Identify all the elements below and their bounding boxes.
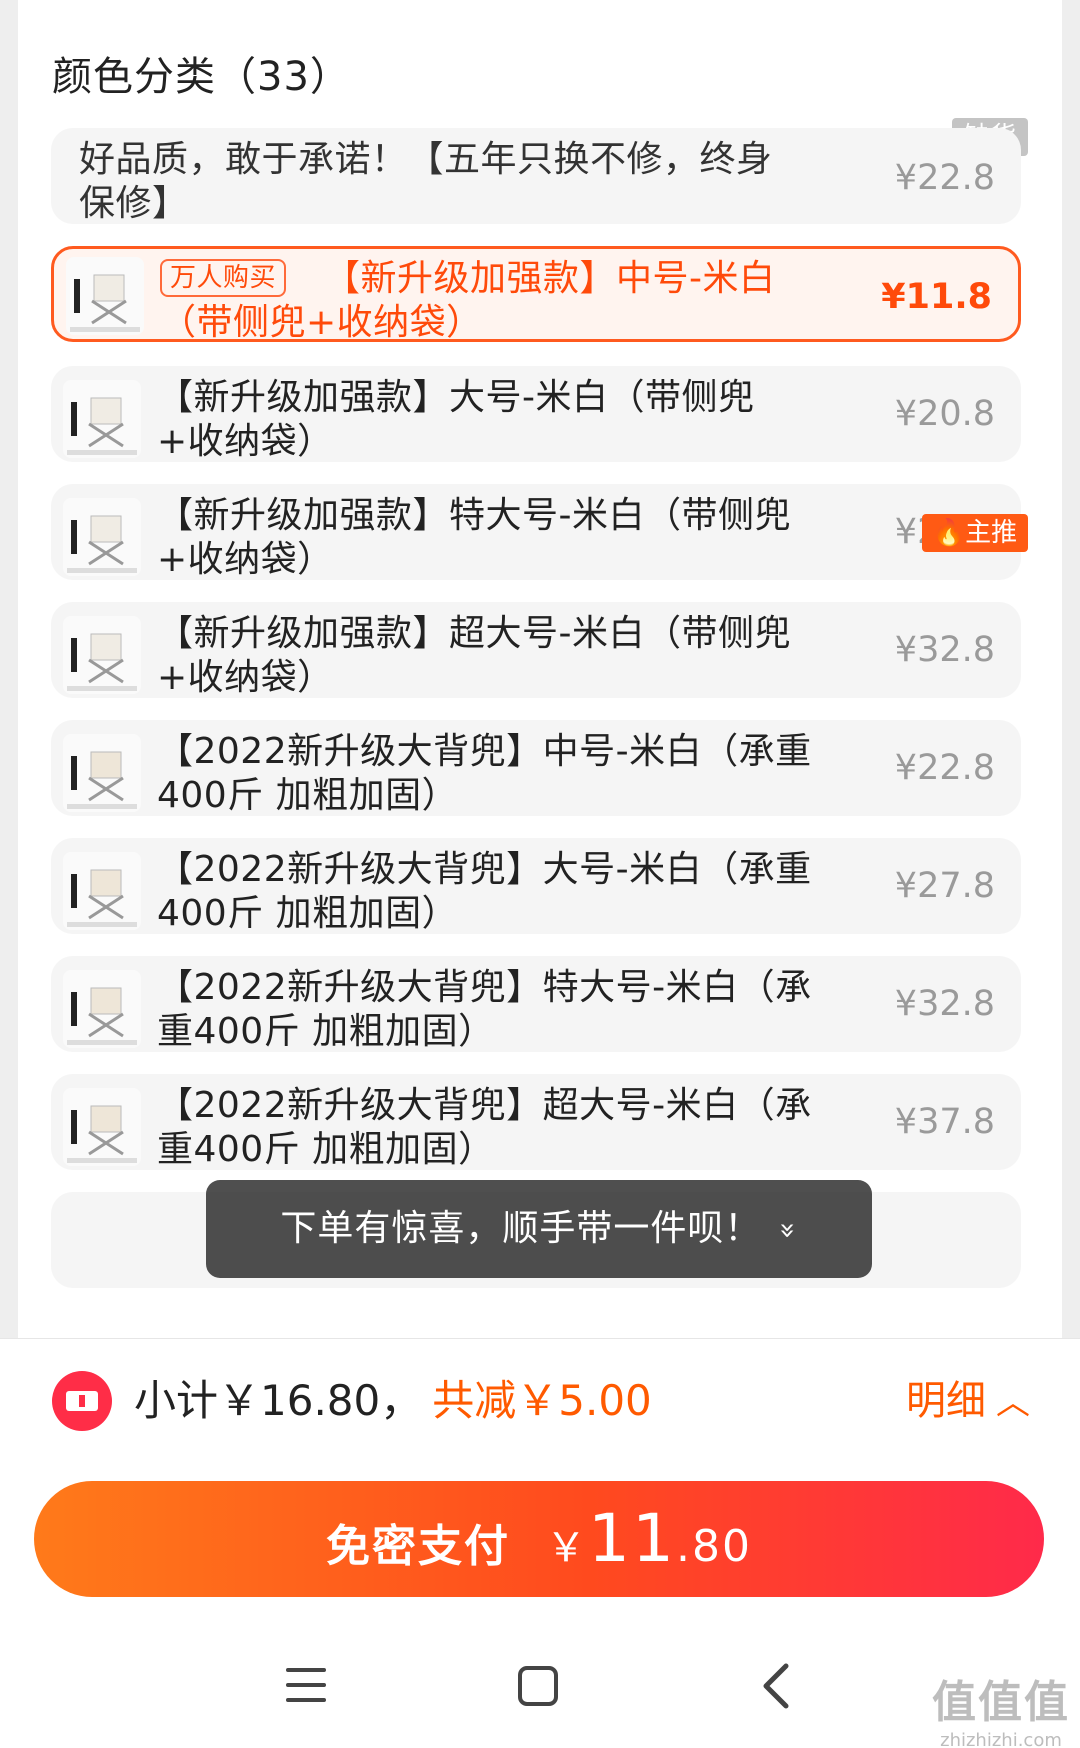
option-label: 好品质，敢于承诺！【五年只换不修，终身保修】	[79, 139, 773, 224]
folding-chair-icon	[67, 1105, 137, 1163]
option-price: ¥27.8	[894, 866, 995, 906]
pay-label: 免密支付	[326, 1521, 511, 1572]
option-price: ¥32.8	[894, 630, 995, 670]
system-nav-bar: 值值值 zhizhizhi.com	[0, 1618, 1080, 1748]
folding-chair-icon	[67, 751, 137, 809]
option-price: ¥22.8	[894, 158, 995, 198]
folding-chair-icon	[67, 515, 137, 573]
recommended-tag: 🔥主推	[922, 514, 1028, 552]
option-price: ¥37.8	[894, 1102, 995, 1142]
option-price: ¥20.8	[894, 394, 995, 434]
option-price: ¥11.8	[881, 277, 992, 317]
double-chevron-down-icon: »	[772, 1221, 806, 1241]
back-icon[interactable]	[756, 1662, 796, 1710]
checkout-footer: 小计￥16.80， 共减￥5.00 明细 ︿ 免密支付 ￥11.80	[0, 1338, 1080, 1618]
folding-chair-icon	[67, 397, 137, 455]
option-price: ¥22.8	[894, 748, 995, 788]
option-item[interactable]: 【2022新升级大背兜】中号-米白（承重400斤 加粗加固） ¥22.8	[51, 720, 1021, 816]
chevron-up-icon: ︿	[996, 1383, 1030, 1423]
promo-toast[interactable]: 下单有惊喜，顺手带一件呗！ »	[206, 1180, 872, 1278]
option-label: 【2022新升级大背兜】特大号-米白（承重400斤 加粗加固）	[157, 967, 812, 1052]
fire-icon: 🔥	[932, 518, 966, 548]
pay-currency: ￥	[546, 1525, 589, 1571]
product-thumbnail	[63, 970, 141, 1048]
coupon-icon	[52, 1371, 112, 1431]
detail-toggle[interactable]: 明细 ︿	[906, 1369, 1030, 1435]
recent-apps-icon[interactable]	[286, 1668, 326, 1702]
option-item[interactable]: 【新升级加强款】大号-米白（带侧兜+收纳袋） ¥20.8	[51, 366, 1021, 462]
option-label: 【2022新升级大背兜】大号-米白（承重400斤 加粗加固）	[157, 849, 812, 934]
option-item[interactable]: 好品质，敢于承诺！【五年只换不修，终身保修】 ¥22.8	[51, 128, 1021, 224]
home-icon[interactable]	[518, 1666, 558, 1706]
option-item[interactable]: 【新升级加强款】特大号-米白（带侧兜+收纳袋） ¥27.8	[51, 484, 1021, 580]
option-label: 【2022新升级大背兜】中号-米白（承重400斤 加粗加固）	[157, 731, 812, 816]
watermark-logo: 值值值	[932, 1677, 1070, 1728]
discount-amount: 共减￥5.00	[432, 1376, 652, 1425]
option-label: 万人购买 【新升级加强款】中号-米白（带侧兜+收纳袋）	[160, 258, 776, 343]
pay-button[interactable]: 免密支付 ￥11.80	[34, 1481, 1044, 1597]
option-label: 【新升级加强款】特大号-米白（带侧兜+收纳袋）	[157, 495, 791, 580]
option-price: ¥32.8	[894, 984, 995, 1024]
product-thumbnail	[66, 257, 144, 335]
option-item[interactable]: 【2022新升级大背兜】大号-米白（承重400斤 加粗加固） ¥27.8	[51, 838, 1021, 934]
product-thumbnail	[63, 734, 141, 812]
sku-selector-sheet: 颜色分类（33） 缺货 好品质，敢于承诺！【五年只换不修，终身保修】 ¥22.8…	[18, 0, 1062, 1338]
product-thumbnail	[63, 616, 141, 694]
folding-chair-icon	[67, 869, 137, 927]
option-item[interactable]: 【新升级加强款】超大号-米白（带侧兜+收纳袋） ¥32.8	[51, 602, 1021, 698]
product-thumbnail	[63, 1088, 141, 1166]
option-item-selected[interactable]: 万人购买 【新升级加强款】中号-米白（带侧兜+收纳袋） ¥11.8	[51, 246, 1021, 343]
option-label: 【新升级加强款】超大号-米白（带侧兜+收纳袋）	[157, 613, 791, 698]
folding-chair-icon	[67, 987, 137, 1045]
product-thumbnail	[63, 498, 141, 576]
folding-chair-icon	[70, 274, 140, 332]
detail-label: 明细	[906, 1378, 986, 1424]
pay-amount-int: 11	[588, 1500, 676, 1577]
product-thumbnail	[63, 852, 141, 930]
option-label: 【2022新升级大背兜】超大号-米白（承重400斤 加粗加固）	[157, 1085, 812, 1170]
toast-text: 下单有惊喜，顺手带一件呗！	[280, 1208, 762, 1249]
pay-amount-dec: .80	[676, 1521, 752, 1572]
option-label: 【新升级加强款】大号-米白（带侧兜+收纳袋）	[157, 377, 755, 462]
subtotal-amount: 小计￥16.80，	[134, 1376, 423, 1425]
product-thumbnail	[63, 380, 141, 458]
popular-badge: 万人购买	[160, 259, 287, 297]
watermark-url: zhizhizhi.com	[940, 1730, 1062, 1748]
section-title: 颜色分类（33）	[52, 54, 351, 100]
option-item[interactable]: 【2022新升级大背兜】特大号-米白（承重400斤 加粗加固） ¥32.8	[51, 956, 1021, 1052]
folding-chair-icon	[67, 633, 137, 691]
watermark: 值值值 zhizhizhi.com	[932, 1666, 1070, 1748]
option-item[interactable]: 【2022新升级大背兜】超大号-米白（承重400斤 加粗加固） ¥37.8	[51, 1074, 1021, 1170]
subtotal-text: 小计￥16.80， 共减￥5.00	[134, 1369, 652, 1433]
